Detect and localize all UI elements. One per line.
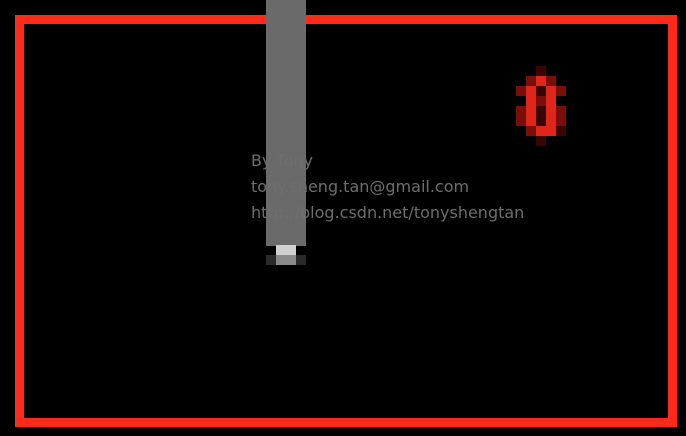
score-digit-pixel [546, 86, 556, 96]
score-digit-pixel [536, 126, 546, 136]
credits-url: http://blog.csdn.net/tonyshengtan [251, 203, 525, 222]
score-digit-pixel [556, 106, 566, 116]
score-digit-pixel [536, 86, 546, 96]
score-digit-pixel [546, 126, 556, 136]
score-digit-pixel [536, 136, 546, 146]
score-digit-pixel [556, 126, 566, 136]
player-block [266, 245, 306, 266]
score-digit-pixel [526, 86, 536, 96]
score-digit-pixel [536, 66, 546, 76]
score-digit-pixel [536, 106, 546, 116]
player-block-pixel [276, 255, 296, 265]
score-digit-pixel [526, 96, 536, 106]
player-block-pixel [296, 255, 306, 265]
score-digit-pixel [536, 116, 546, 126]
player-block-top-pixel [276, 245, 296, 255]
score-digit-pixel [526, 106, 536, 116]
credits-email: tony.sheng.tan@gmail.com [251, 177, 470, 196]
credits-block: By Tony tony.sheng.tan@gmail.com http://… [251, 148, 524, 226]
score-digit-pixel [546, 96, 556, 106]
score-digit-pixel [546, 76, 556, 86]
game-canvas[interactable]: By Tony tony.sheng.tan@gmail.com http://… [0, 0, 686, 436]
score-digit-pixel [556, 116, 566, 126]
score-digit-pixel [546, 116, 556, 126]
player-block-pixel [266, 255, 276, 265]
score-digit-pixel [516, 86, 526, 96]
score-digit-pixel [516, 106, 526, 116]
score-digit-pixel [536, 96, 546, 106]
score-display: 8 [516, 66, 566, 146]
score-digit-pixel [516, 116, 526, 126]
score-digit-pixel [526, 116, 536, 126]
score-value: 8 [516, 66, 517, 67]
credits-author: By Tony [251, 151, 313, 170]
score-digit-pixel [536, 76, 546, 86]
score-digit-pixel [526, 76, 536, 86]
score-digit-pixel [556, 86, 566, 96]
score-digit-pixel [526, 126, 536, 136]
score-digit-pixel [546, 106, 556, 116]
